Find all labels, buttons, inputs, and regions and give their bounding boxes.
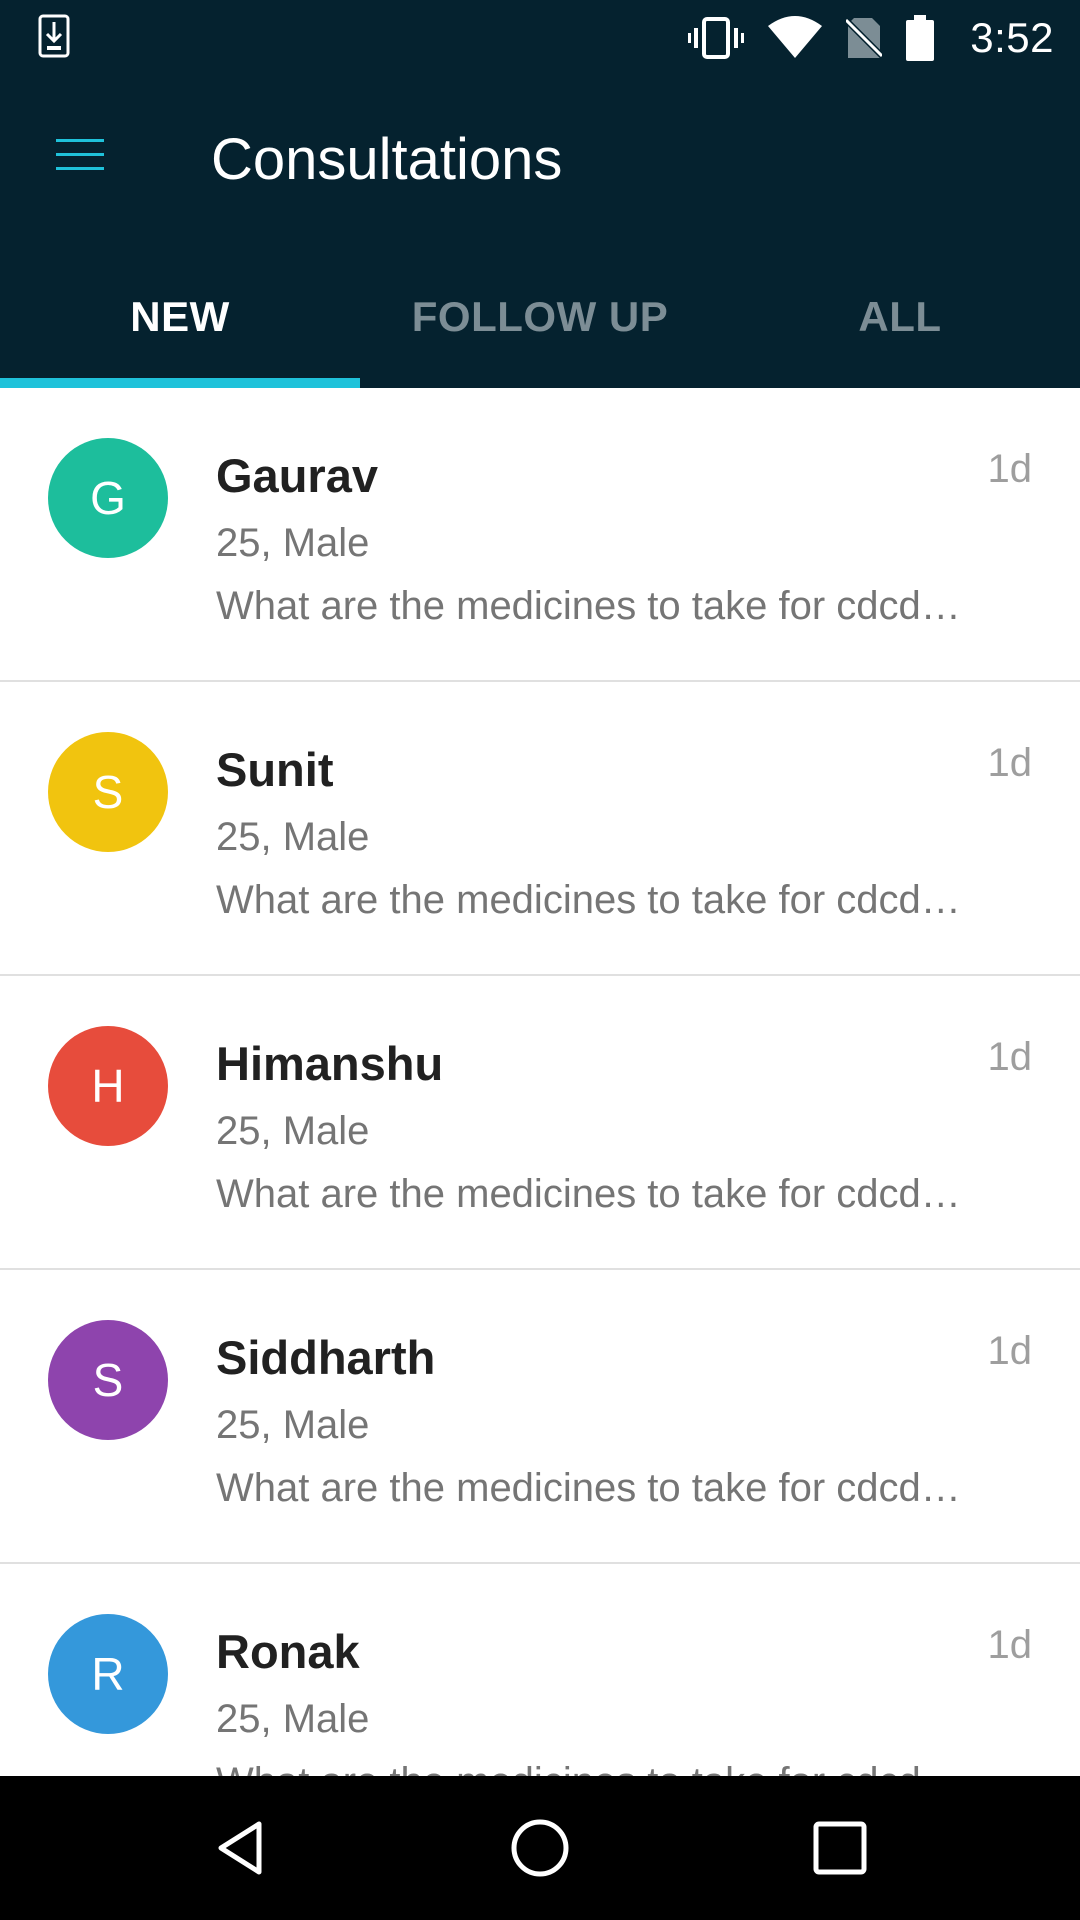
message-preview: What are the medicines to take for cdcd… <box>216 878 961 922</box>
no-sim-icon <box>846 17 883 59</box>
app-bar: Consultations <box>0 75 1080 245</box>
avatar-initial: H <box>91 1060 125 1112</box>
patient-name: Siddharth <box>216 1331 436 1384</box>
list-item[interactable]: R Ronak 25, Male What are the medicines … <box>0 1564 1080 1776</box>
timestamp: 1d <box>987 741 1033 785</box>
timestamp: 1d <box>987 1329 1033 1373</box>
message-preview: What are the medicines to take for cdcd… <box>216 1757 986 1776</box>
patient-meta: 25, Male <box>216 815 370 859</box>
tab-label: NEW <box>130 292 230 340</box>
battery-icon <box>906 15 935 61</box>
avatar: G <box>48 438 168 558</box>
patient-name: Gaurav <box>216 449 378 502</box>
list-item[interactable]: G Gaurav 25, Male What are the medicines… <box>0 388 1080 682</box>
home-button[interactable] <box>490 1798 590 1898</box>
tab-new[interactable]: NEW <box>0 245 360 388</box>
navigation-bar <box>0 1776 1080 1920</box>
back-button[interactable] <box>191 1798 291 1898</box>
vibrate-icon <box>688 17 745 59</box>
patient-name: Sunit <box>216 743 334 796</box>
message-preview: What are the medicines to take for cdcd… <box>216 584 961 628</box>
avatar: S <box>48 732 168 852</box>
message-preview: What are the medicines to take for cdcd… <box>216 1172 961 1216</box>
avatar: R <box>48 1614 168 1734</box>
avatar: S <box>48 1320 168 1440</box>
page-title: Consultations <box>211 127 563 192</box>
menu-button[interactable] <box>40 123 120 187</box>
avatar-initial: G <box>90 472 126 524</box>
timestamp: 1d <box>987 1035 1033 1079</box>
avatar-initial: S <box>92 766 124 818</box>
avatar-initial: S <box>92 1354 124 1406</box>
tab-bar: NEW FOLLOW UP ALL <box>0 245 1080 388</box>
download-icon <box>38 14 70 58</box>
tab-label: ALL <box>858 292 942 340</box>
list-item[interactable]: S Sunit 25, Male What are the medicines … <box>0 682 1080 976</box>
patient-name: Himanshu <box>216 1037 444 1090</box>
timestamp: 1d <box>987 447 1033 491</box>
message-preview: What are the medicines to take for cdcd… <box>216 1466 961 1510</box>
consultation-list: G Gaurav 25, Male What are the medicines… <box>0 388 1080 1776</box>
timestamp: 1d <box>987 1623 1033 1667</box>
patient-meta: 25, Male <box>216 1109 370 1153</box>
list-item[interactable]: S Siddharth 25, Male What are the medici… <box>0 1270 1080 1564</box>
patient-name: Ronak <box>216 1625 360 1678</box>
status-bar: 3:52 <box>0 0 1080 75</box>
home-icon <box>511 1819 569 1877</box>
list-item[interactable]: H Himanshu 25, Male What are the medicin… <box>0 976 1080 1270</box>
tab-label: FOLLOW UP <box>411 292 669 340</box>
back-icon <box>218 1821 262 1875</box>
patient-meta: 25, Male <box>216 1403 370 1447</box>
tab-indicator <box>0 378 360 388</box>
recents-button[interactable] <box>790 1798 890 1898</box>
patient-meta: 25, Male <box>216 521 370 565</box>
menu-icon <box>56 139 104 170</box>
avatar-initial: R <box>91 1648 125 1700</box>
status-time: 3:52 <box>970 14 1054 61</box>
patient-meta: 25, Male <box>216 1697 370 1741</box>
tab-all[interactable]: ALL <box>720 245 1080 388</box>
recents-icon <box>813 1821 867 1875</box>
wifi-icon <box>768 16 823 58</box>
tab-follow-up[interactable]: FOLLOW UP <box>360 245 720 388</box>
avatar: H <box>48 1026 168 1146</box>
